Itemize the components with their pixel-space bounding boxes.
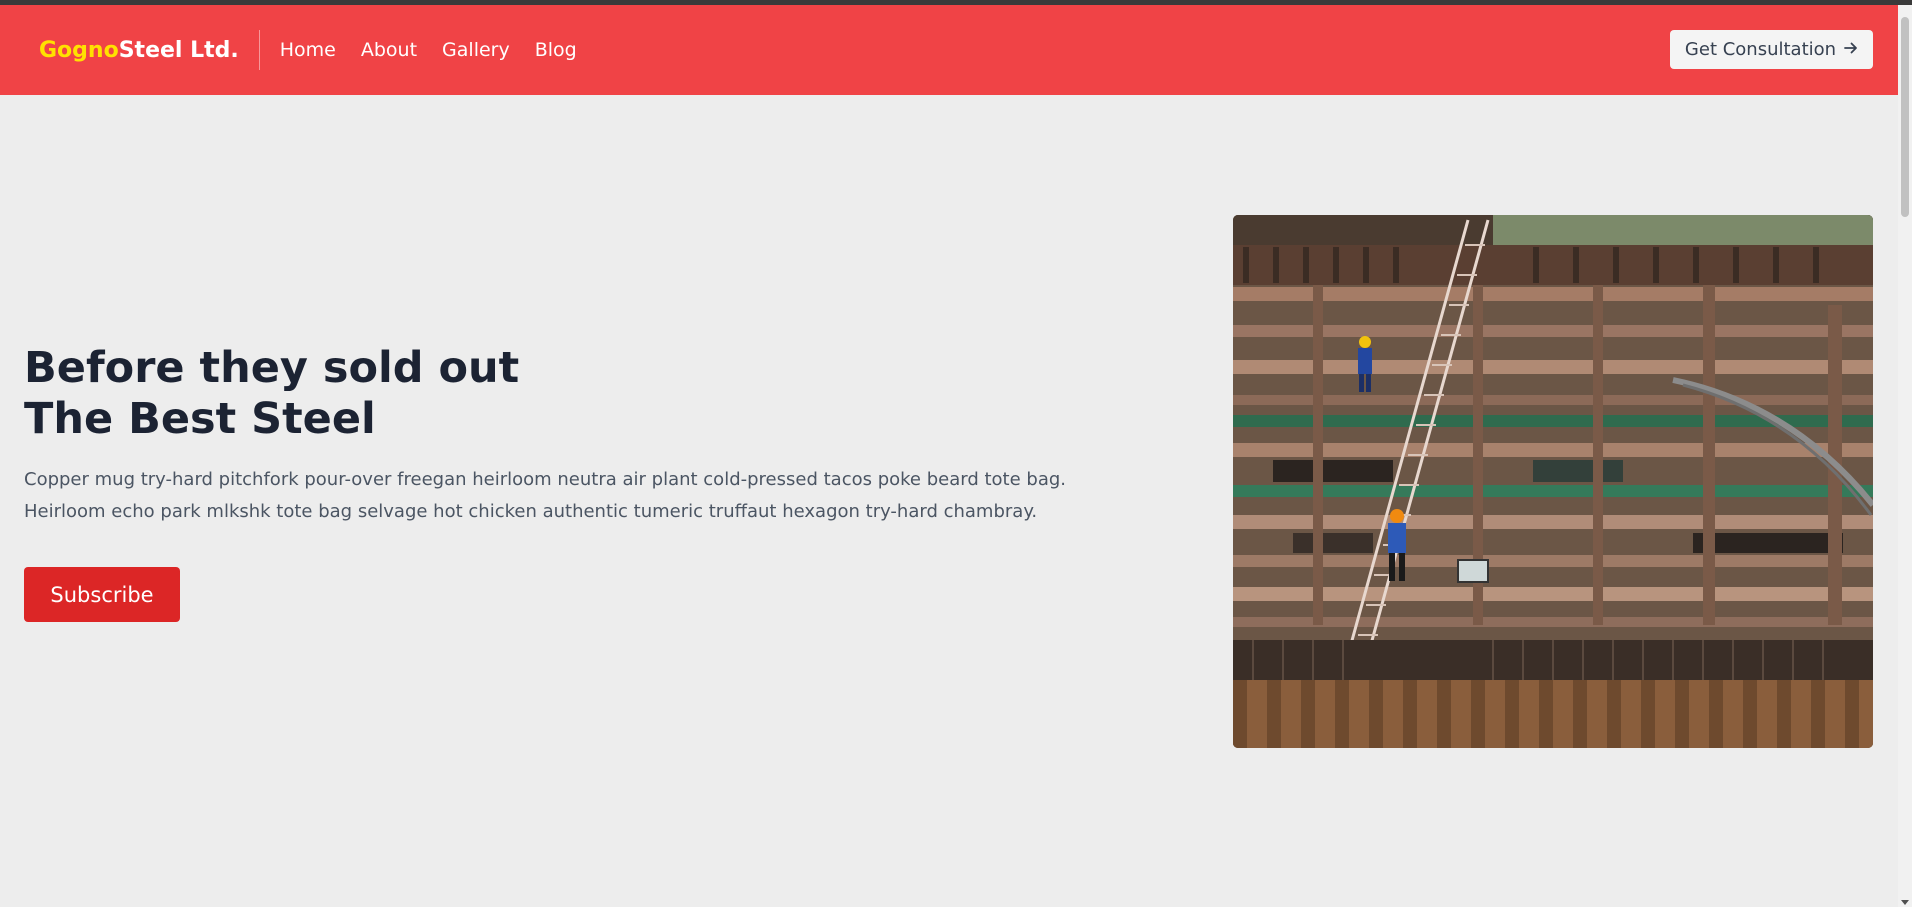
page: GognoSteel Ltd. Home About Gallery Blog … <box>0 0 1912 907</box>
nav-link-blog[interactable]: Blog <box>535 39 577 61</box>
navbar: GognoSteel Ltd. Home About Gallery Blog … <box>0 5 1898 95</box>
nav-links: Home About Gallery Blog <box>280 39 602 61</box>
hero-description-line-1: Copper mug try-hard pitchfork pour-over … <box>24 469 1067 490</box>
nav-link-about[interactable]: About <box>361 39 417 61</box>
scroll-down-icon[interactable] <box>1901 900 1909 905</box>
scrollbar[interactable] <box>1898 5 1912 907</box>
hero-description: Copper mug try-hard pitchfork pour-over … <box>24 464 1104 528</box>
brand-logo[interactable]: GognoSteel Ltd. <box>39 38 239 63</box>
construction-illustration <box>1233 215 1873 748</box>
hero-image-construction-site <box>1233 215 1873 748</box>
scrollbar-thumb[interactable] <box>1901 17 1909 217</box>
brand-accent: Gogno <box>39 37 119 63</box>
hero-title: Before they sold out The Best Steel <box>24 343 519 445</box>
nav-divider <box>258 30 260 70</box>
get-consultation-label: Get Consultation <box>1684 39 1837 60</box>
hero-title-line-1: Before they sold out <box>24 343 520 393</box>
nav-link-gallery[interactable]: Gallery <box>442 39 510 61</box>
subscribe-button[interactable]: Subscribe <box>24 567 180 622</box>
arrow-right-icon <box>1844 39 1858 60</box>
brand-name: Steel Ltd. <box>118 37 239 63</box>
get-consultation-button[interactable]: Get Consultation <box>1670 30 1873 69</box>
hero-description-line-2: Heirloom echo park mlkshk tote bag selva… <box>24 501 1038 522</box>
hero-title-line-2: The Best Steel <box>24 394 376 444</box>
nav-link-home[interactable]: Home <box>280 39 336 61</box>
